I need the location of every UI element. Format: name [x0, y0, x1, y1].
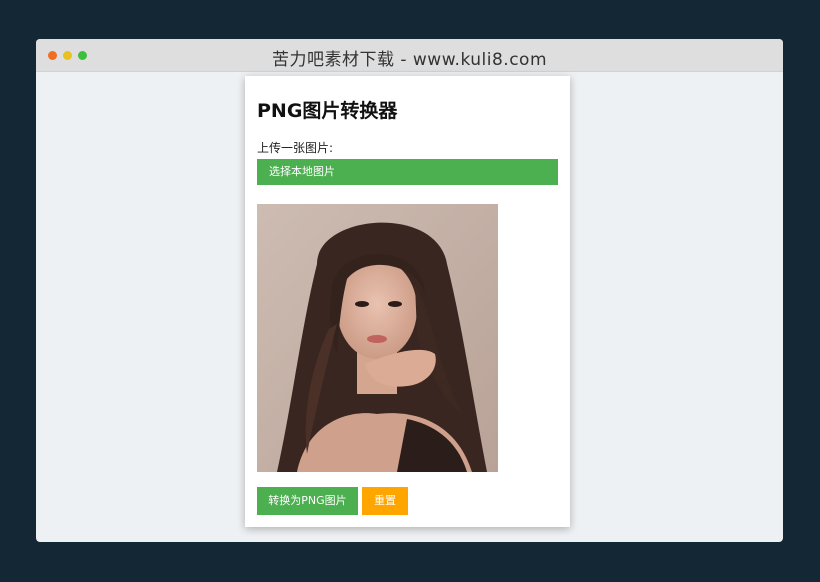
- upload-label: 上传一张图片:: [257, 141, 334, 155]
- image-preview: [257, 204, 498, 472]
- choose-file-button[interactable]: 选择本地图片: [257, 159, 558, 185]
- convert-to-png-button[interactable]: 转换为PNG图片: [257, 487, 358, 515]
- window-title: 苦力吧素材下载 - www.kuli8.com: [271, 50, 548, 70]
- browser-window: 苦力吧素材下载 - www.kuli8.com PNG图片转换器 上传一张图片:…: [36, 39, 783, 542]
- reset-button[interactable]: 重置: [362, 487, 408, 515]
- portrait-photo: [257, 204, 498, 472]
- page-title: PNG图片转换器: [257, 100, 398, 122]
- converter-card: PNG图片转换器 上传一张图片: 选择本地图片 转换为PNG图片 重置: [245, 76, 570, 527]
- window-titlebar: 苦力吧素材下载 - www.kuli8.com: [36, 39, 783, 72]
